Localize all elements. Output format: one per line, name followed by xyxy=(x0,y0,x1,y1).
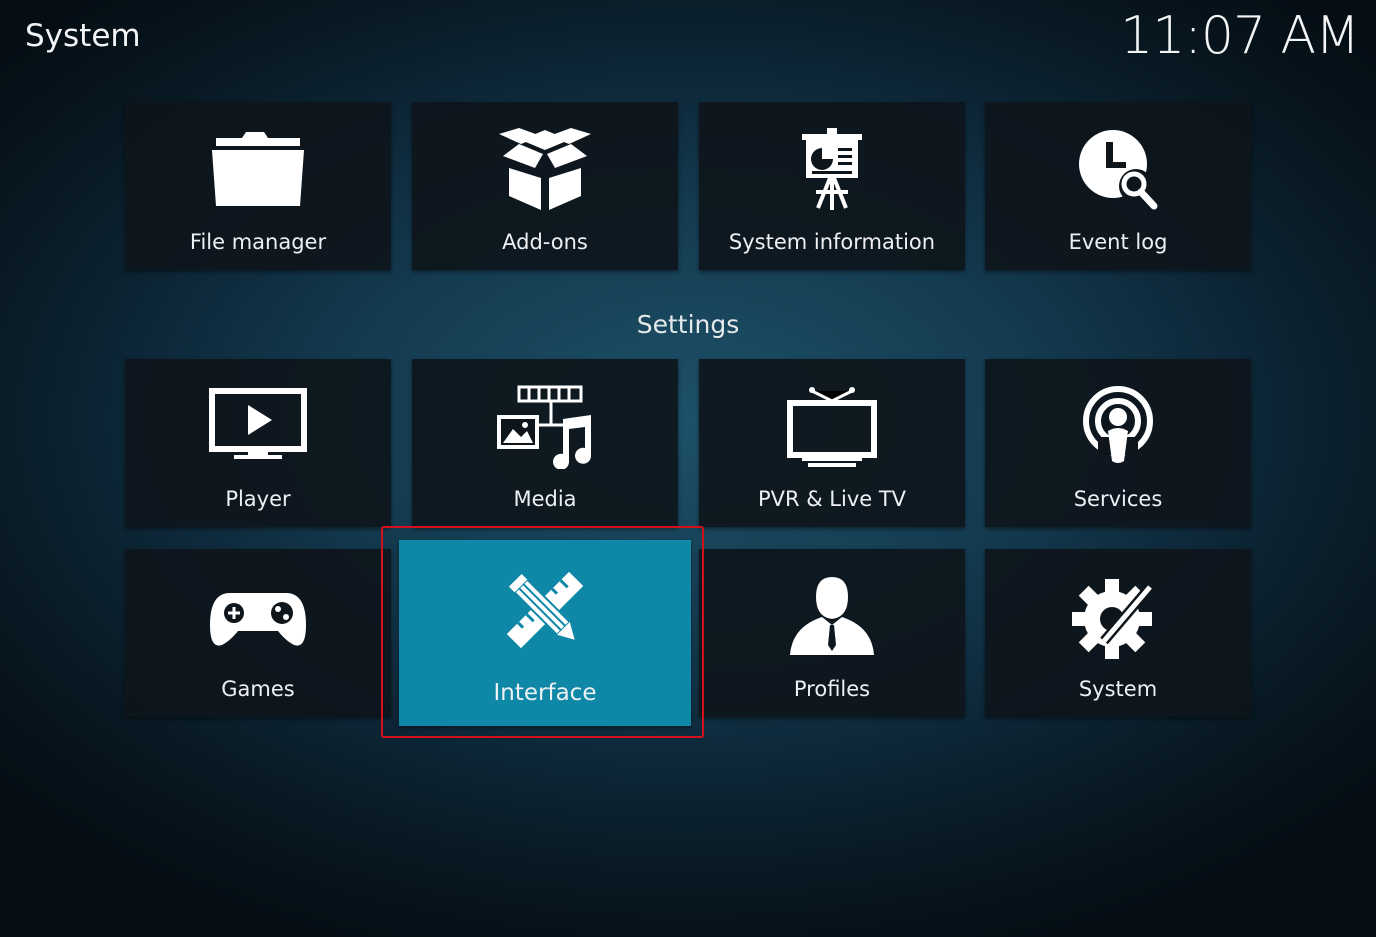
antenna-tv-icon xyxy=(699,385,965,469)
tile-label: Add-ons xyxy=(502,230,588,254)
tile-label: PVR & Live TV xyxy=(757,487,907,511)
broadcast-icon xyxy=(985,385,1251,469)
tile-games[interactable]: Games xyxy=(125,549,391,717)
tile-label: Services xyxy=(1073,487,1163,511)
clock: 11:07 AM xyxy=(1120,6,1360,66)
tile-label: Media xyxy=(513,487,577,511)
tile-label: Profiles xyxy=(793,677,871,701)
tile-system[interactable]: System xyxy=(985,549,1251,717)
folder-icon xyxy=(125,128,391,212)
page-title: System xyxy=(25,18,141,54)
media-collage-icon xyxy=(412,385,678,469)
tile-system-information[interactable]: System information xyxy=(699,102,965,270)
tile-services[interactable]: Services xyxy=(985,359,1251,527)
open-box-icon xyxy=(412,128,678,212)
tile-label: System information xyxy=(728,230,936,254)
gear-wrench-icon xyxy=(985,575,1251,659)
tv-play-icon xyxy=(125,385,391,469)
tile-profiles[interactable]: Profiles xyxy=(699,549,965,717)
presentation-board-icon xyxy=(699,128,965,212)
selection-highlight-box xyxy=(381,526,704,738)
tile-file-manager[interactable]: File manager xyxy=(125,102,391,270)
tile-label: System xyxy=(1078,677,1158,701)
tile-media[interactable]: Media xyxy=(412,359,678,527)
tile-player[interactable]: Player xyxy=(125,359,391,527)
tile-label: Games xyxy=(221,677,295,701)
settings-section-label: Settings xyxy=(636,310,740,339)
tile-add-ons[interactable]: Add-ons xyxy=(412,102,678,270)
gamepad-icon xyxy=(125,575,391,659)
tile-label: Event log xyxy=(1068,230,1168,254)
tile-pvr-live-tv[interactable]: PVR & Live TV xyxy=(699,359,965,527)
person-icon xyxy=(699,575,965,659)
tile-event-log[interactable]: Event log xyxy=(985,102,1251,270)
tile-label: Player xyxy=(225,487,291,511)
clock-search-icon xyxy=(985,128,1251,212)
tile-label: File manager xyxy=(189,230,327,254)
